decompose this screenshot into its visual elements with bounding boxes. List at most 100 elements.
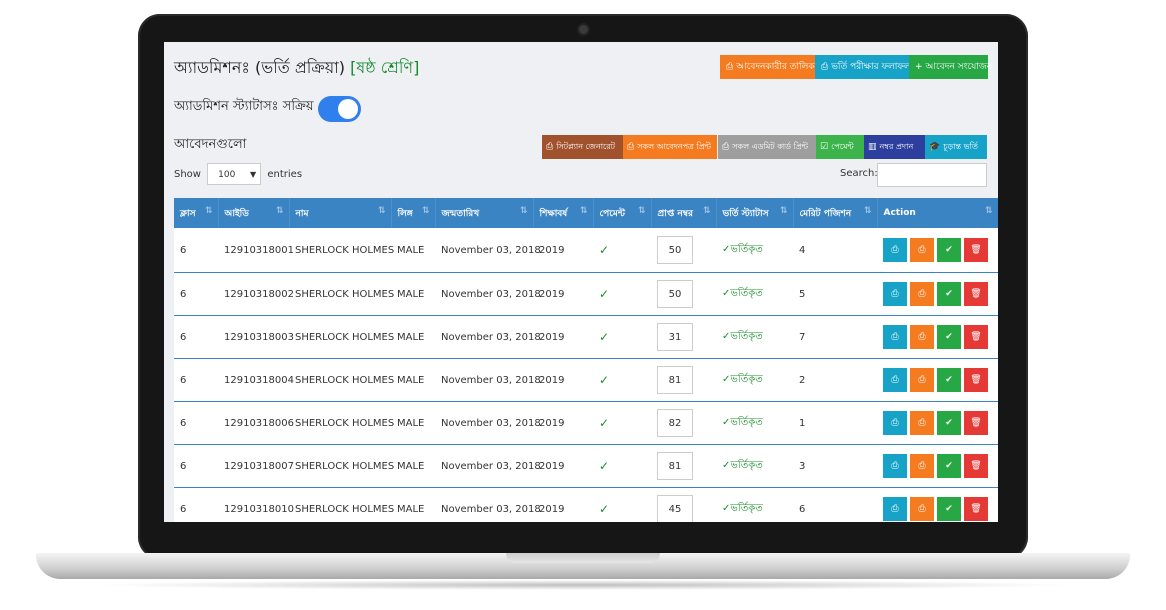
- column-header[interactable]: পেমেন্ট ⇅: [593, 198, 652, 228]
- cls-value: 6: [180, 417, 187, 429]
- name-value: SHERLOCK HOLMES: [295, 244, 395, 256]
- action-button-0[interactable]: ⎙ সিটপ্ল্যান জেনারেট: [542, 135, 623, 159]
- cell-status: ✓ভর্তিকৃত: [716, 272, 793, 316]
- column-header[interactable]: নাম ⇅: [289, 198, 392, 228]
- payment-check-icon: ✓: [599, 373, 610, 387]
- view-button[interactable]: ⎙: [883, 238, 907, 262]
- column-header[interactable]: মেরিট পজিশন ⇅: [793, 198, 878, 228]
- print-icon: ⎙: [891, 332, 899, 342]
- print-button[interactable]: ⎙: [910, 282, 934, 306]
- top-button-1[interactable]: ⎙ ভর্তি পরীক্ষার ফলাফল: [815, 55, 911, 79]
- delete-button[interactable]: 🗑: [964, 411, 988, 435]
- admission-status: ✓ভর্তিকৃত: [722, 287, 763, 299]
- id-value: 12910318001: [224, 244, 294, 256]
- print-button[interactable]: ⎙: [910, 238, 934, 262]
- delete-button[interactable]: 🗑: [964, 325, 988, 349]
- dob-value: November 03, 2018: [441, 331, 541, 343]
- approve-button[interactable]: ✔: [937, 454, 961, 478]
- column-header[interactable]: লিঙ্গ ⇅: [391, 198, 436, 228]
- action-button-1[interactable]: ⎙ সকল আবেদনপত্র প্রিন্ট: [623, 135, 717, 159]
- marks-input[interactable]: 82: [657, 409, 693, 437]
- print-button[interactable]: ⎙: [910, 368, 934, 392]
- cell-payment: ✓: [593, 272, 651, 316]
- action-button-3[interactable]: ☑ পেমেন্ট: [816, 135, 864, 159]
- print-icon: ⎙: [891, 461, 899, 471]
- payment-check-icon: ✓: [599, 459, 610, 473]
- table-row: 6 12910318003 SHERLOCK HOLMES MALE November …: [174, 315, 998, 359]
- action-button-2[interactable]: ⎙ সকল এডমিট কার্ড প্রিন্ট: [718, 135, 816, 159]
- cell-marks: 45: [651, 487, 716, 522]
- print-button[interactable]: ⎙: [910, 325, 934, 349]
- sort-icon: ⇅: [637, 206, 646, 216]
- view-button[interactable]: ⎙: [883, 368, 907, 392]
- approve-button[interactable]: ✔: [937, 325, 961, 349]
- marks-input[interactable]: 31: [657, 323, 693, 351]
- entries-select[interactable]: 100 ▼: [207, 163, 262, 185]
- print-icon: ⎙: [918, 332, 926, 342]
- column-header[interactable]: ক্লাস ⇅: [174, 198, 219, 228]
- delete-button[interactable]: 🗑: [964, 368, 988, 392]
- delete-button[interactable]: 🗑: [964, 497, 988, 521]
- action-button-5[interactable]: 🎓 চূড়ান্ত ভর্তি: [925, 135, 987, 159]
- view-button[interactable]: ⎙: [883, 325, 907, 349]
- marks-input[interactable]: 50: [657, 236, 693, 264]
- marks-input[interactable]: 81: [657, 366, 693, 394]
- print-icon: ⎙: [821, 62, 829, 72]
- cell-marks: 81: [651, 358, 716, 402]
- gender-value: MALE: [397, 503, 425, 515]
- print-icon: ⎙: [918, 418, 926, 428]
- action-button-4[interactable]: ▥ নম্বর প্রদান: [864, 135, 925, 159]
- trash-icon: 🗑: [970, 245, 982, 255]
- admission-status-label: অ্যাডমিশন স্ট্যাটাসঃ সক্রিয়: [174, 99, 314, 114]
- delete-button[interactable]: 🗑: [964, 238, 988, 262]
- delete-button[interactable]: 🗑: [964, 282, 988, 306]
- cls-value: 6: [180, 460, 187, 472]
- column-header[interactable]: আইডি ⇅: [218, 198, 290, 228]
- column-header[interactable]: Action ⇅: [877, 198, 998, 228]
- applications-table-wrapper: ক্লাস ⇅ আইডি ⇅ নাম ⇅ লিঙ্গ ⇅ জন্মতারিখ ⇅ শিক্ষাবর্…: [174, 198, 998, 522]
- top-button-2[interactable]: + আবেদন সংযোজন: [909, 55, 992, 79]
- view-button[interactable]: ⎙: [883, 497, 907, 521]
- cell-actions: ⎙ ⎙ ✔ 🗑: [877, 358, 998, 402]
- print-button[interactable]: ⎙: [910, 411, 934, 435]
- approve-button[interactable]: ✔: [937, 368, 961, 392]
- cell-payment: ✓: [593, 487, 651, 522]
- column-header[interactable]: ভর্তি স্ট্যাটাস ⇅: [716, 198, 794, 228]
- id-value: 12910318003: [224, 331, 294, 343]
- cell-year: 2019: [533, 272, 593, 316]
- column-header[interactable]: শিক্ষাবর্ষ ⇅: [533, 198, 594, 228]
- column-header[interactable]: জন্মতারিখ ⇅: [435, 198, 534, 228]
- column-header-label: লিঙ্গ: [397, 208, 413, 219]
- approve-button[interactable]: ✔: [937, 411, 961, 435]
- cell-merit: 6: [793, 487, 877, 522]
- marks-input[interactable]: 81: [657, 452, 693, 480]
- marks-input[interactable]: 50: [657, 280, 693, 308]
- search-input[interactable]: [877, 163, 987, 187]
- sort-icon: ⇅: [421, 206, 430, 216]
- print-button[interactable]: ⎙: [910, 497, 934, 521]
- top-button-0[interactable]: ⎙ আবেদনকারীর তালিকা: [720, 55, 817, 79]
- cell-actions: ⎙ ⎙ ✔ 🗑: [877, 444, 998, 488]
- print-button[interactable]: ⎙: [910, 454, 934, 478]
- graduation-cap-icon: 🎓: [929, 142, 941, 152]
- cell-year: 2019: [533, 228, 593, 273]
- approve-button[interactable]: ✔: [937, 497, 961, 521]
- cell-name: SHERLOCK HOLMES: [289, 444, 394, 488]
- view-button[interactable]: ⎙: [883, 454, 907, 478]
- year-value: 2019: [539, 417, 565, 429]
- column-header[interactable]: প্রাপ্ত নম্বর ⇅: [651, 198, 717, 228]
- gender-value: MALE: [397, 417, 425, 429]
- page-title-text: অ্যাডমিশনঃ (ভর্তি প্রক্রিয়া): [174, 58, 346, 77]
- approve-button[interactable]: ✔: [937, 238, 961, 262]
- marks-input[interactable]: 45: [657, 495, 693, 522]
- cell-payment: ✓: [593, 401, 651, 445]
- delete-button[interactable]: 🗑: [964, 454, 988, 478]
- column-header-label: ভর্তি স্ট্যাটাস: [722, 208, 769, 219]
- trash-icon: 🗑: [970, 461, 982, 471]
- approve-button[interactable]: ✔: [937, 282, 961, 306]
- cell-cls: 6: [174, 487, 218, 522]
- view-button[interactable]: ⎙: [883, 282, 907, 306]
- view-button[interactable]: ⎙: [883, 411, 907, 435]
- admission-status-toggle[interactable]: [318, 96, 361, 122]
- cell-marks: 31: [651, 315, 716, 359]
